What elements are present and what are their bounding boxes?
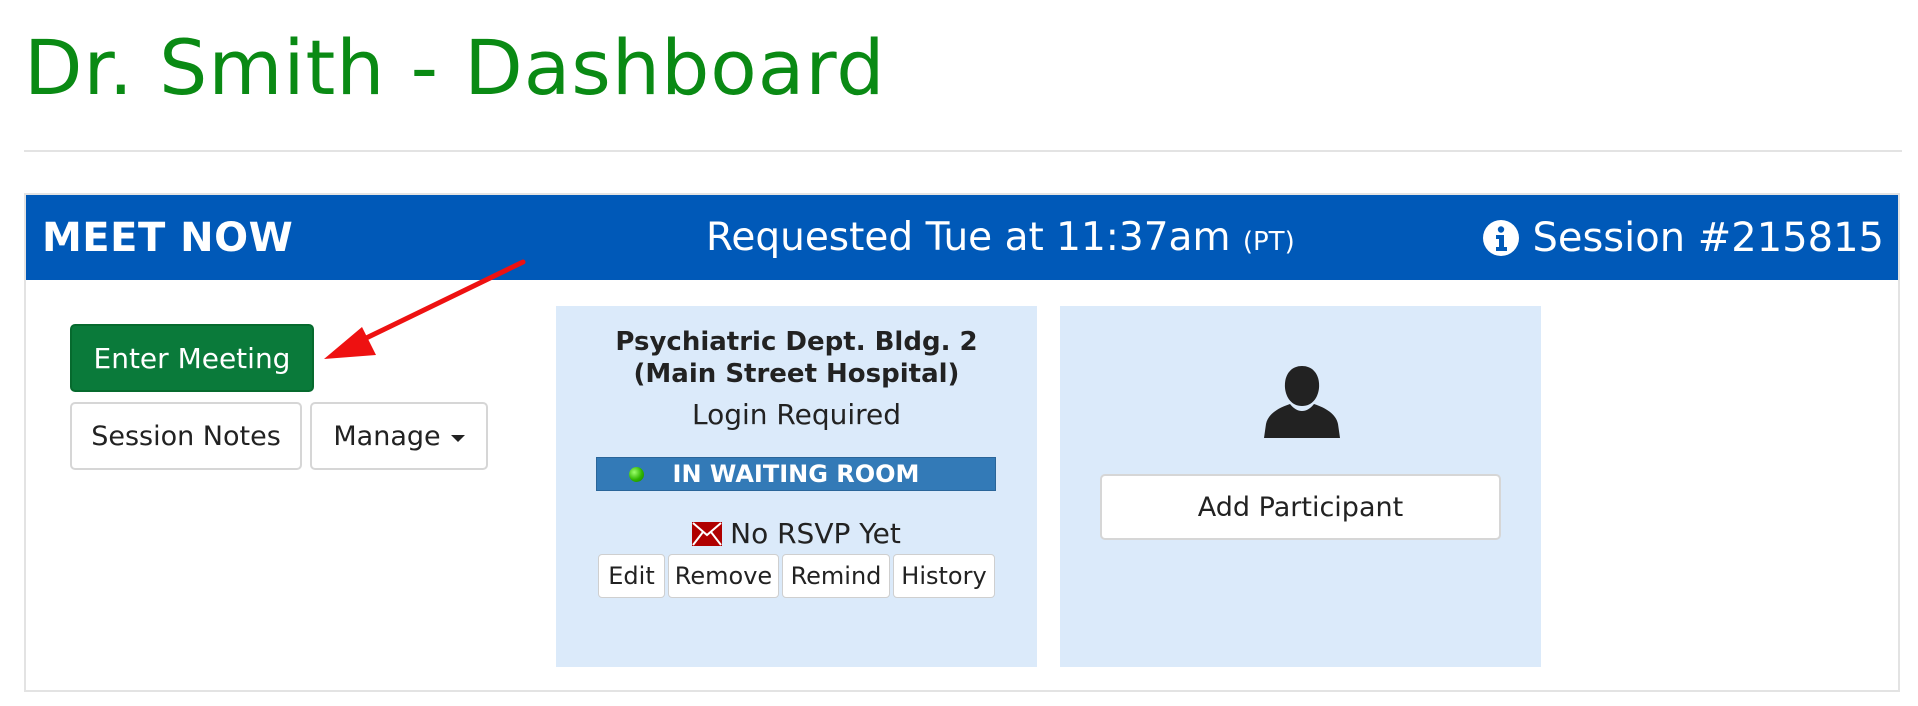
participant-actions: Edit Remove Remind History xyxy=(598,554,998,598)
manage-dropdown-button[interactable]: Manage xyxy=(310,402,488,470)
status-dot-icon xyxy=(629,467,644,482)
edit-button[interactable]: Edit xyxy=(598,554,665,598)
status-label: IN WAITING ROOM xyxy=(672,460,920,488)
manage-label: Manage xyxy=(333,420,441,452)
title-divider xyxy=(24,150,1902,152)
history-button[interactable]: History xyxy=(893,554,995,598)
page-title: Dr. Smith - Dashboard xyxy=(24,23,886,112)
waiting-room-status: IN WAITING ROOM xyxy=(596,457,996,491)
participant-card: Psychiatric Dept. Bldg. 2 (Main Street H… xyxy=(556,306,1037,667)
session-info: Session #215815 xyxy=(1482,215,1884,261)
caret-down-icon xyxy=(450,434,465,442)
remove-button[interactable]: Remove xyxy=(668,554,779,598)
session-notes-button[interactable]: Session Notes xyxy=(70,402,302,470)
add-participant-button[interactable]: Add Participant xyxy=(1100,474,1501,540)
meeting-header: MEET NOW Requested Tue at 11:37am (PT) S… xyxy=(26,195,1898,280)
session-number: Session #215815 xyxy=(1532,215,1884,261)
timezone-label: (PT) xyxy=(1242,227,1295,257)
red-arrow-annotation xyxy=(324,259,526,359)
login-required-label: Login Required xyxy=(691,398,902,431)
rsvp-label: No RSVP Yet xyxy=(730,517,901,550)
participant-location: Psychiatric Dept. Bldg. 2 (Main Street H… xyxy=(615,327,978,389)
meeting-panel: MEET NOW Requested Tue at 11:37am (PT) S… xyxy=(24,193,1900,692)
info-circle-icon[interactable] xyxy=(1482,219,1520,257)
remind-button[interactable]: Remind xyxy=(782,554,890,598)
envelope-icon xyxy=(692,521,723,546)
user-silhouette-icon xyxy=(1264,366,1340,438)
rsvp-status: No RSVP Yet xyxy=(556,517,1037,550)
meet-now-label: MEET NOW xyxy=(42,215,294,261)
add-participant-card: Add Participant xyxy=(1060,306,1541,667)
requested-text: Requested Tue at 11:37am xyxy=(706,215,1231,260)
requested-time: Requested Tue at 11:37am (PT) xyxy=(706,215,1295,260)
enter-meeting-button[interactable]: Enter Meeting xyxy=(70,324,314,392)
